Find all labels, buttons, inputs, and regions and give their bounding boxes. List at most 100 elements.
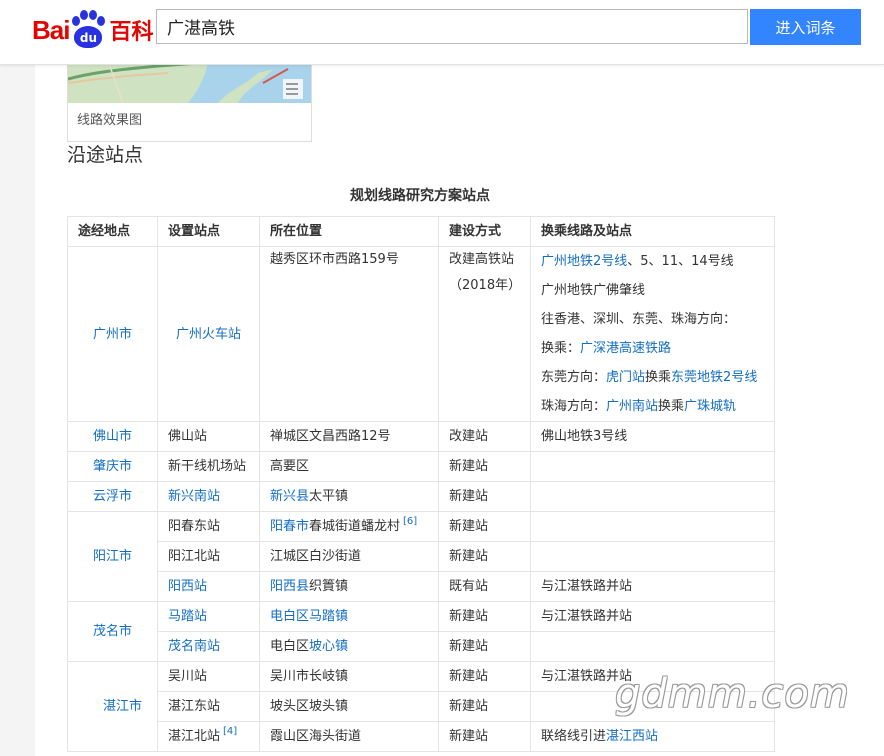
logo-text-du: du	[74, 26, 103, 48]
reference-link[interactable]: [4]	[223, 726, 237, 737]
station-cell: 湛江东站	[157, 691, 260, 722]
station-cell[interactable]: 马踏站	[157, 601, 260, 632]
city-cell[interactable]: 佛山市	[67, 421, 158, 452]
station-link[interactable]: 新兴南站	[168, 489, 220, 504]
table-row: 茂名市 马踏站 电白区马踏镇 新建站 与江湛铁路并站	[67, 601, 775, 662]
location-link[interactable]: 电白区马踏镇	[270, 609, 348, 624]
city-link[interactable]: 肇庆市	[93, 459, 132, 474]
build-type: 改建高铁站	[449, 252, 515, 267]
station-cell[interactable]: 茂名南站	[157, 631, 260, 662]
table-row: 阳西站 阳西县织篢镇 既有站 与江湛铁路并站	[68, 571, 775, 602]
route-map-image	[68, 61, 311, 103]
transfer-link[interactable]: 虎门站	[606, 370, 645, 385]
location-cell: 越秀区环市西路159号	[259, 246, 439, 422]
station-cell[interactable]: 广州火车站	[157, 246, 260, 422]
city-link[interactable]: 佛山市	[93, 429, 132, 444]
location-cell: 禅城区文昌西路12号	[259, 421, 439, 452]
location-cell: 阳西县织篢镇	[259, 571, 439, 602]
build-cell: 新建站	[438, 721, 531, 752]
transfer-link[interactable]: 广深港高速铁路	[580, 341, 671, 356]
city-link[interactable]: 阳江市	[93, 549, 132, 564]
transfer-text: 、5、11、14号线	[627, 254, 734, 269]
location-text: 织篢镇	[309, 579, 349, 594]
station-link[interactable]: 茂名南站	[168, 639, 220, 654]
city-cell[interactable]: 肇庆市	[67, 451, 158, 482]
table-row: 阳江市 阳春东站 阳春市春城街道蟠龙村 [6] 新建站	[67, 511, 775, 602]
build-cell: 新建站	[438, 661, 531, 692]
header-cell: 设置站点	[157, 216, 260, 247]
city-link[interactable]: 茂名市	[93, 624, 132, 639]
location-cell: 电白区坡心镇	[259, 631, 439, 662]
transfer-cell: 广州地铁2号线、5、11、14号线 广州地铁广佛肇线 往香港、深圳、东莞、珠海方…	[530, 246, 775, 422]
reference-link[interactable]: [6]	[403, 516, 417, 527]
table-row: 广州市 广州火车站 越秀区环市西路159号 改建高铁站 （2018年） 广州地铁…	[67, 246, 775, 422]
station-link[interactable]: 阳西站	[168, 579, 207, 594]
location-link[interactable]: 新兴县	[270, 489, 309, 504]
station-link[interactable]: 广州火车站	[176, 327, 241, 342]
table-header-row: 途经地点 设置站点 所在位置 建设方式 换乘线路及站点	[67, 216, 775, 247]
build-cell: 改建高铁站 （2018年）	[438, 246, 531, 422]
build-cell: 新建站	[438, 631, 531, 662]
table-row: 湛江北站 [4] 霞山区海头街道 新建站 联络线引进湛江西站	[68, 721, 775, 752]
city-link[interactable]: 湛江市	[103, 699, 142, 714]
station-cell[interactable]: 新兴南站	[157, 481, 260, 512]
header-cell: 建设方式	[438, 216, 531, 247]
location-cell[interactable]: 电白区马踏镇	[259, 601, 439, 632]
transfer-label: 珠海方向：	[541, 399, 607, 414]
station-cell: 湛江北站 [4]	[157, 721, 260, 752]
enter-entry-button[interactable]: 进入词条	[750, 9, 861, 45]
location-link[interactable]: 坡心镇	[309, 639, 348, 654]
transfer-cell: 与江湛铁路并站	[530, 601, 775, 632]
build-cell: 新建站	[438, 451, 531, 482]
station-cell: 阳江北站	[157, 541, 260, 572]
station-cell: 阳春东站	[157, 511, 260, 542]
station-cell[interactable]: 阳西站	[157, 571, 260, 602]
build-cell: 新建站	[438, 511, 531, 542]
transfer-text: 广州地铁广佛肇线	[541, 283, 646, 298]
station-cell: 佛山站	[157, 421, 260, 452]
city-link[interactable]: 广州市	[93, 327, 132, 342]
header-cell: 换乘线路及站点	[530, 216, 775, 247]
baidu-baike-logo[interactable]: Bai du 百科	[32, 8, 153, 52]
logo-text-baike: 百科	[109, 20, 154, 45]
location-cell: 坡头区坡头镇	[259, 691, 439, 722]
transfer-label: 换乘：	[541, 341, 581, 356]
station-cell: 新干线机场站	[157, 451, 260, 482]
build-year: （2018年）	[449, 278, 522, 293]
transfer-text: 联络线引进	[541, 729, 607, 744]
transfer-label: 东莞方向：	[541, 370, 607, 385]
transfer-text: 往香港、深圳、东莞、珠海方向：	[541, 312, 737, 327]
transfer-cell	[530, 631, 775, 662]
transfer-link[interactable]: 广州南站	[606, 399, 658, 414]
station-link[interactable]: 马踏站	[168, 609, 207, 624]
header-cell: 所在位置	[259, 216, 439, 247]
transfer-link[interactable]: 广州地铁2号线	[541, 254, 627, 269]
route-thumbnail[interactable]: 线路效果图	[67, 60, 312, 142]
location-text: 电白区	[270, 639, 310, 654]
city-cell[interactable]: 阳江市	[67, 511, 158, 602]
city-cell[interactable]: 茂名市	[67, 601, 158, 662]
city-cell[interactable]: 广州市	[67, 246, 158, 422]
city-cell[interactable]: 湛江市	[67, 661, 158, 752]
city-cell[interactable]: 云浮市	[67, 481, 158, 512]
site-watermark: gdmm.com	[615, 671, 850, 717]
transfer-link[interactable]: 东莞地铁2号线	[671, 370, 757, 385]
logo-text-bai: Bai	[32, 14, 70, 45]
build-cell: 新建站	[438, 691, 531, 722]
transfer-cell	[530, 541, 775, 572]
search-input[interactable]	[156, 9, 748, 44]
transfer-text: 换乘	[645, 370, 672, 385]
location-link[interactable]: 阳春市	[270, 519, 309, 534]
city-link[interactable]: 云浮市	[93, 489, 132, 504]
transfer-cell	[530, 481, 775, 512]
transfer-text: 换乘	[658, 399, 685, 414]
location-text: 春城街道蟠龙村	[309, 519, 401, 534]
transfer-cell: 联络线引进湛江西站	[530, 721, 775, 752]
transfer-link[interactable]: 广珠城轨	[684, 399, 736, 414]
table-row: 肇庆市 新干线机场站 高要区 新建站	[67, 451, 775, 482]
station-cell: 吴川站	[157, 661, 260, 692]
location-link[interactable]: 阳西县	[270, 579, 309, 594]
transfer-link[interactable]: 湛江西站	[606, 729, 658, 744]
table-title: 规划线路研究方案站点	[350, 188, 490, 204]
section-title: 沿途站点	[67, 144, 144, 166]
